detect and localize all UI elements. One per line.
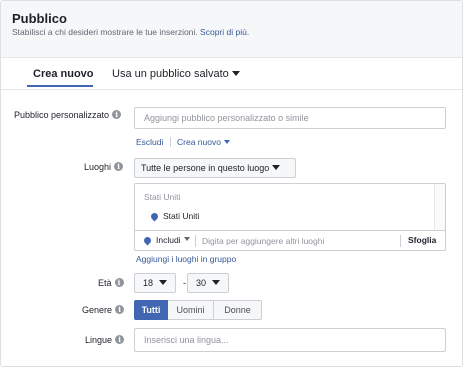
age-separator: -: [183, 278, 186, 288]
learn-more-link[interactable]: Scopri di più.: [200, 27, 249, 37]
location-pin-icon: [149, 211, 160, 221]
language-input[interactable]: Inserisci una lingua...: [134, 328, 446, 352]
locations-label: Luoghi i: [84, 162, 124, 172]
chevron-down-icon: [183, 237, 190, 241]
selected-location-label: Stati Uniti: [163, 211, 200, 221]
custom-audience-placeholder: Aggiungi pubblico personalizzato o simil…: [144, 113, 309, 123]
create-new-label: Crea nuovo: [177, 137, 221, 147]
divider: [400, 235, 401, 247]
age-max-value: 30: [196, 278, 207, 288]
location-pin-icon: [142, 235, 153, 245]
info-icon[interactable]: i: [112, 110, 122, 120]
divider: [195, 235, 196, 247]
location-search-bar: Includi Digita per aggiungere altri luog…: [135, 230, 445, 250]
location-scope-dropdown[interactable]: Tutte le persone in questo luogo: [134, 158, 296, 178]
tab-saved-audience[interactable]: Usa un pubblico salvato: [112, 68, 240, 80]
tab-create-new[interactable]: Crea nuovo: [33, 68, 94, 80]
gender-label-text: Genere: [82, 305, 113, 315]
age-label-text: Età: [98, 278, 112, 288]
location-list-scrollbar[interactable]: [434, 184, 445, 230]
exclude-link[interactable]: Escludi: [136, 137, 163, 147]
chevron-down-icon: [212, 279, 221, 285]
link-separator: [170, 137, 171, 147]
gender-option-men[interactable]: Uomini: [168, 300, 214, 320]
age-min-value: 18: [143, 278, 154, 288]
chevron-down-icon: [223, 139, 230, 144]
gender-option-all[interactable]: Tutti: [134, 300, 168, 320]
age-label: Età i: [98, 278, 124, 288]
subtitle-text: Stabilisci a chi desideri mostrare le tu…: [12, 27, 198, 37]
chevron-down-icon: [272, 164, 281, 170]
age-max-dropdown[interactable]: 30: [187, 273, 229, 293]
custom-audience-input[interactable]: Aggiungi pubblico personalizzato o simil…: [134, 107, 446, 129]
info-icon[interactable]: i: [115, 305, 125, 315]
language-placeholder: Inserisci una lingua...: [144, 335, 229, 345]
audience-panel: Pubblico Stabilisci a chi desideri mostr…: [0, 0, 463, 367]
active-tab-indicator: [27, 85, 93, 87]
gender-label: Genere i: [82, 305, 125, 315]
tab-saved-label: Usa un pubblico salvato: [112, 68, 229, 80]
panel-subtitle: Stabilisci a chi desideri mostrare le tu…: [12, 27, 249, 37]
custom-audience-label-text: Pubblico personalizzato: [14, 110, 110, 120]
custom-audience-label: Pubblico personalizzato i: [14, 110, 122, 120]
languages-label: Lingue i: [85, 335, 125, 345]
location-selector: Stati Uniti Stati Uniti Includi Digita p…: [134, 183, 446, 251]
selected-location-item[interactable]: Stati Uniti: [149, 211, 200, 221]
location-search-input[interactable]: Digita per aggiungere altri luoghi: [202, 236, 324, 246]
info-icon[interactable]: i: [115, 335, 125, 345]
panel-title: Pubblico: [12, 11, 67, 26]
gender-option-women[interactable]: Donne: [214, 300, 262, 320]
age-min-dropdown[interactable]: 18: [134, 273, 176, 293]
locations-label-text: Luoghi: [84, 162, 112, 172]
info-icon[interactable]: i: [114, 278, 124, 288]
create-new-link[interactable]: Crea nuovo: [177, 137, 230, 147]
include-dropdown[interactable]: Includi: [142, 235, 190, 245]
include-label: Includi: [156, 235, 181, 245]
location-scope-value: Tutte le persone in questo luogo: [141, 163, 270, 173]
location-country-header: Stati Uniti: [144, 192, 181, 202]
info-icon[interactable]: i: [114, 162, 124, 172]
languages-label-text: Lingue: [85, 335, 113, 345]
add-locations-bulk-link[interactable]: Aggiungi i luoghi in gruppo: [136, 254, 236, 264]
chevron-down-icon: [231, 70, 240, 76]
chevron-down-icon: [159, 279, 168, 285]
gender-selector: Tutti Uomini Donne: [134, 300, 262, 320]
browse-button[interactable]: Sfoglia: [408, 235, 436, 245]
panel-header: Pubblico Stabilisci a chi desideri mostr…: [1, 1, 462, 58]
